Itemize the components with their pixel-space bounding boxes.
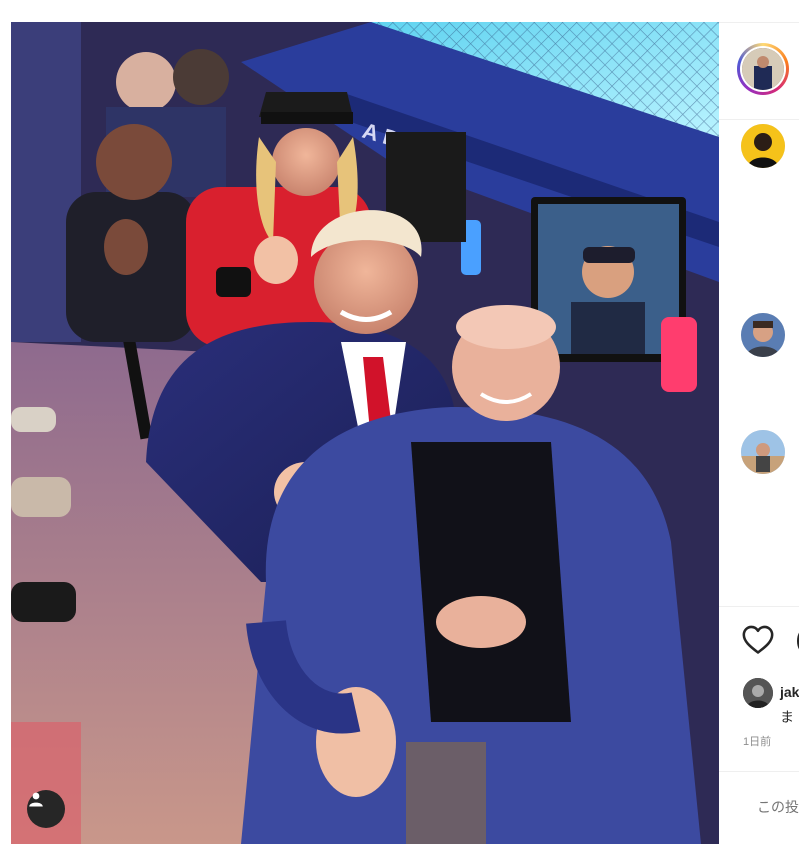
heart-icon[interactable]	[741, 623, 775, 655]
liker-username[interactable]: jak	[780, 684, 799, 700]
commenter-avatar-2[interactable]	[741, 313, 785, 357]
post-image: A D E S	[11, 22, 719, 844]
commenter-avatar-3[interactable]	[741, 430, 785, 474]
comment-divider	[719, 771, 799, 772]
author-avatar	[742, 48, 784, 90]
user-tag-button[interactable]	[27, 790, 65, 828]
user-tag-icon	[29, 792, 43, 807]
post-side-panel: jak ま 1日前	[719, 22, 799, 844]
author-story-avatar[interactable]	[737, 43, 789, 95]
post-time[interactable]: 1日前	[743, 733, 771, 749]
liker-avatar[interactable]	[743, 678, 773, 708]
header-divider	[719, 119, 799, 120]
post-photo[interactable]: A D E S	[11, 22, 719, 844]
actions-divider	[719, 606, 799, 607]
caption-text: ま	[780, 709, 794, 725]
instagram-post-view: A D E S	[0, 0, 799, 849]
comment-input[interactable]	[757, 799, 799, 815]
commenter-avatar-1[interactable]	[741, 124, 785, 168]
